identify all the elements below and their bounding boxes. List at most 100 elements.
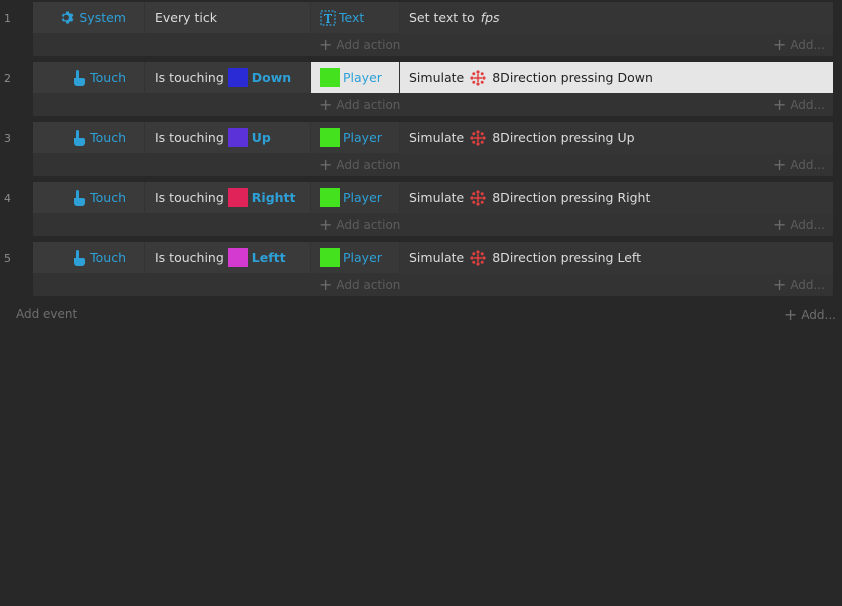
action-object-name: Player: [343, 190, 382, 205]
condition-label: Is touching: [155, 190, 224, 205]
action-object-name: Player: [343, 70, 382, 85]
add-action-button[interactable]: + Add action: [319, 35, 400, 55]
event-block: Touch Is touching Leftt Player Simulate …: [33, 242, 833, 296]
event-number: 2: [4, 72, 11, 85]
condition-text[interactable]: Is touching Up: [145, 122, 310, 153]
condition-param: Rightt: [251, 190, 296, 205]
condition-text[interactable]: Is touching Down: [145, 62, 310, 93]
add-action-label: Add action: [336, 158, 401, 172]
text-object-icon: [320, 9, 336, 26]
action-expression: fps: [480, 10, 500, 25]
action-detail: 8Direction pressing Left: [492, 250, 641, 265]
action-label: Simulate: [409, 190, 465, 205]
event-block: Touch Is touching Rightt Player Simulate…: [33, 182, 833, 236]
condition-text[interactable]: Is touching Rightt: [145, 182, 310, 213]
action-object-name: Text: [339, 10, 365, 25]
plus-icon: +: [319, 35, 333, 54]
event-row[interactable]: 4 Touch Is touching Rightt Player Simula…: [0, 180, 842, 240]
condition-object-swatch: [227, 248, 248, 267]
add-action-button[interactable]: + Add action: [319, 275, 400, 295]
condition-object-name: System: [79, 10, 126, 25]
condition-label: Every tick: [155, 10, 217, 25]
gear-icon: [60, 10, 75, 25]
8direction-icon: [470, 189, 486, 206]
touch-icon: [72, 129, 86, 146]
event-number: 3: [4, 132, 11, 145]
add-condition-button[interactable]: + Add...: [773, 275, 825, 295]
condition-object[interactable]: System: [33, 2, 144, 33]
event-row[interactable]: 3 Touch Is touching Up Player Simulate 8…: [0, 120, 842, 180]
condition-object-name: Touch: [90, 70, 126, 85]
add-bottom-label: Add...: [801, 308, 836, 322]
add-event-button[interactable]: Add event: [16, 307, 77, 321]
action-object-swatch: [320, 68, 340, 87]
event-row[interactable]: 2 Touch Is touching Down Player Simulate: [0, 60, 842, 120]
add-condition-button[interactable]: + Add...: [773, 215, 825, 235]
8direction-icon: [470, 249, 486, 266]
add-action-button[interactable]: + Add action: [319, 155, 400, 175]
plus-icon: +: [772, 95, 787, 114]
8direction-icon: [470, 69, 486, 86]
add-action-label: Add action: [336, 218, 401, 232]
action-label: Simulate: [409, 130, 465, 145]
plus-icon: +: [319, 275, 333, 294]
action-object[interactable]: Player: [311, 122, 399, 153]
action-detail: 8Direction pressing Up: [492, 130, 635, 145]
add-condition-button[interactable]: + Add...: [773, 35, 825, 55]
add-condition-button[interactable]: + Add...: [773, 95, 825, 115]
action-object[interactable]: Player: [311, 62, 399, 93]
add-label: Add...: [790, 158, 825, 172]
action-label: Simulate: [409, 70, 465, 85]
action-object[interactable]: Player: [311, 182, 399, 213]
plus-icon: +: [319, 215, 333, 234]
condition-object[interactable]: Touch: [33, 62, 144, 93]
action-object-name: Player: [343, 130, 382, 145]
event-sheet: 1 System Every tick Text Set text to fps: [0, 0, 842, 300]
touch-icon: [72, 249, 86, 266]
event-number: 1: [4, 12, 11, 25]
action-object-swatch: [320, 128, 340, 147]
condition-text[interactable]: Is touching Leftt: [145, 242, 310, 273]
add-condition-button[interactable]: + Add...: [773, 155, 825, 175]
action-detail: 8Direction pressing Right: [492, 190, 651, 205]
condition-param: Down: [251, 70, 292, 85]
action-text[interactable]: Simulate 8Direction pressing Right: [400, 182, 833, 213]
action-text[interactable]: Set text to fps: [400, 2, 833, 33]
event-row[interactable]: 1 System Every tick Text Set text to fps: [0, 0, 842, 60]
condition-object[interactable]: Touch: [33, 122, 144, 153]
action-object-name: Player: [343, 250, 382, 265]
plus-icon: +: [772, 215, 787, 234]
plus-icon: +: [319, 155, 333, 174]
touch-icon: [72, 189, 86, 206]
condition-param: Leftt: [251, 250, 286, 265]
condition-label: Is touching: [155, 130, 224, 145]
event-number: 5: [4, 252, 11, 265]
condition-text[interactable]: Every tick: [145, 2, 310, 33]
add-action-label: Add action: [336, 38, 401, 52]
add-action-label: Add action: [336, 98, 401, 112]
action-object-swatch: [320, 248, 340, 267]
plus-icon: +: [772, 275, 787, 294]
action-label: Set text to: [409, 10, 475, 25]
condition-label: Is touching: [155, 250, 224, 265]
add-label: Add...: [790, 278, 825, 292]
plus-icon: +: [772, 35, 787, 54]
event-row[interactable]: 5 Touch Is touching Leftt Player Simulat…: [0, 240, 842, 300]
action-text[interactable]: Simulate 8Direction pressing Down: [400, 62, 833, 93]
condition-object-swatch: [227, 68, 248, 87]
action-object[interactable]: Player: [311, 242, 399, 273]
action-object[interactable]: Text: [311, 2, 399, 33]
event-number: 4: [4, 192, 11, 205]
action-text[interactable]: Simulate 8Direction pressing Up: [400, 122, 833, 153]
add-action-button[interactable]: + Add action: [319, 95, 400, 115]
event-block: System Every tick Text Set text to fps +…: [33, 2, 833, 56]
add-label: Add...: [790, 218, 825, 232]
plus-icon: +: [772, 155, 787, 174]
add-bottom-button[interactable]: + Add...: [784, 307, 836, 323]
add-action-button[interactable]: + Add action: [319, 215, 400, 235]
add-label: Add...: [790, 98, 825, 112]
plus-icon: +: [783, 305, 798, 324]
condition-object[interactable]: Touch: [33, 182, 144, 213]
action-text[interactable]: Simulate 8Direction pressing Left: [400, 242, 833, 273]
condition-object[interactable]: Touch: [33, 242, 144, 273]
